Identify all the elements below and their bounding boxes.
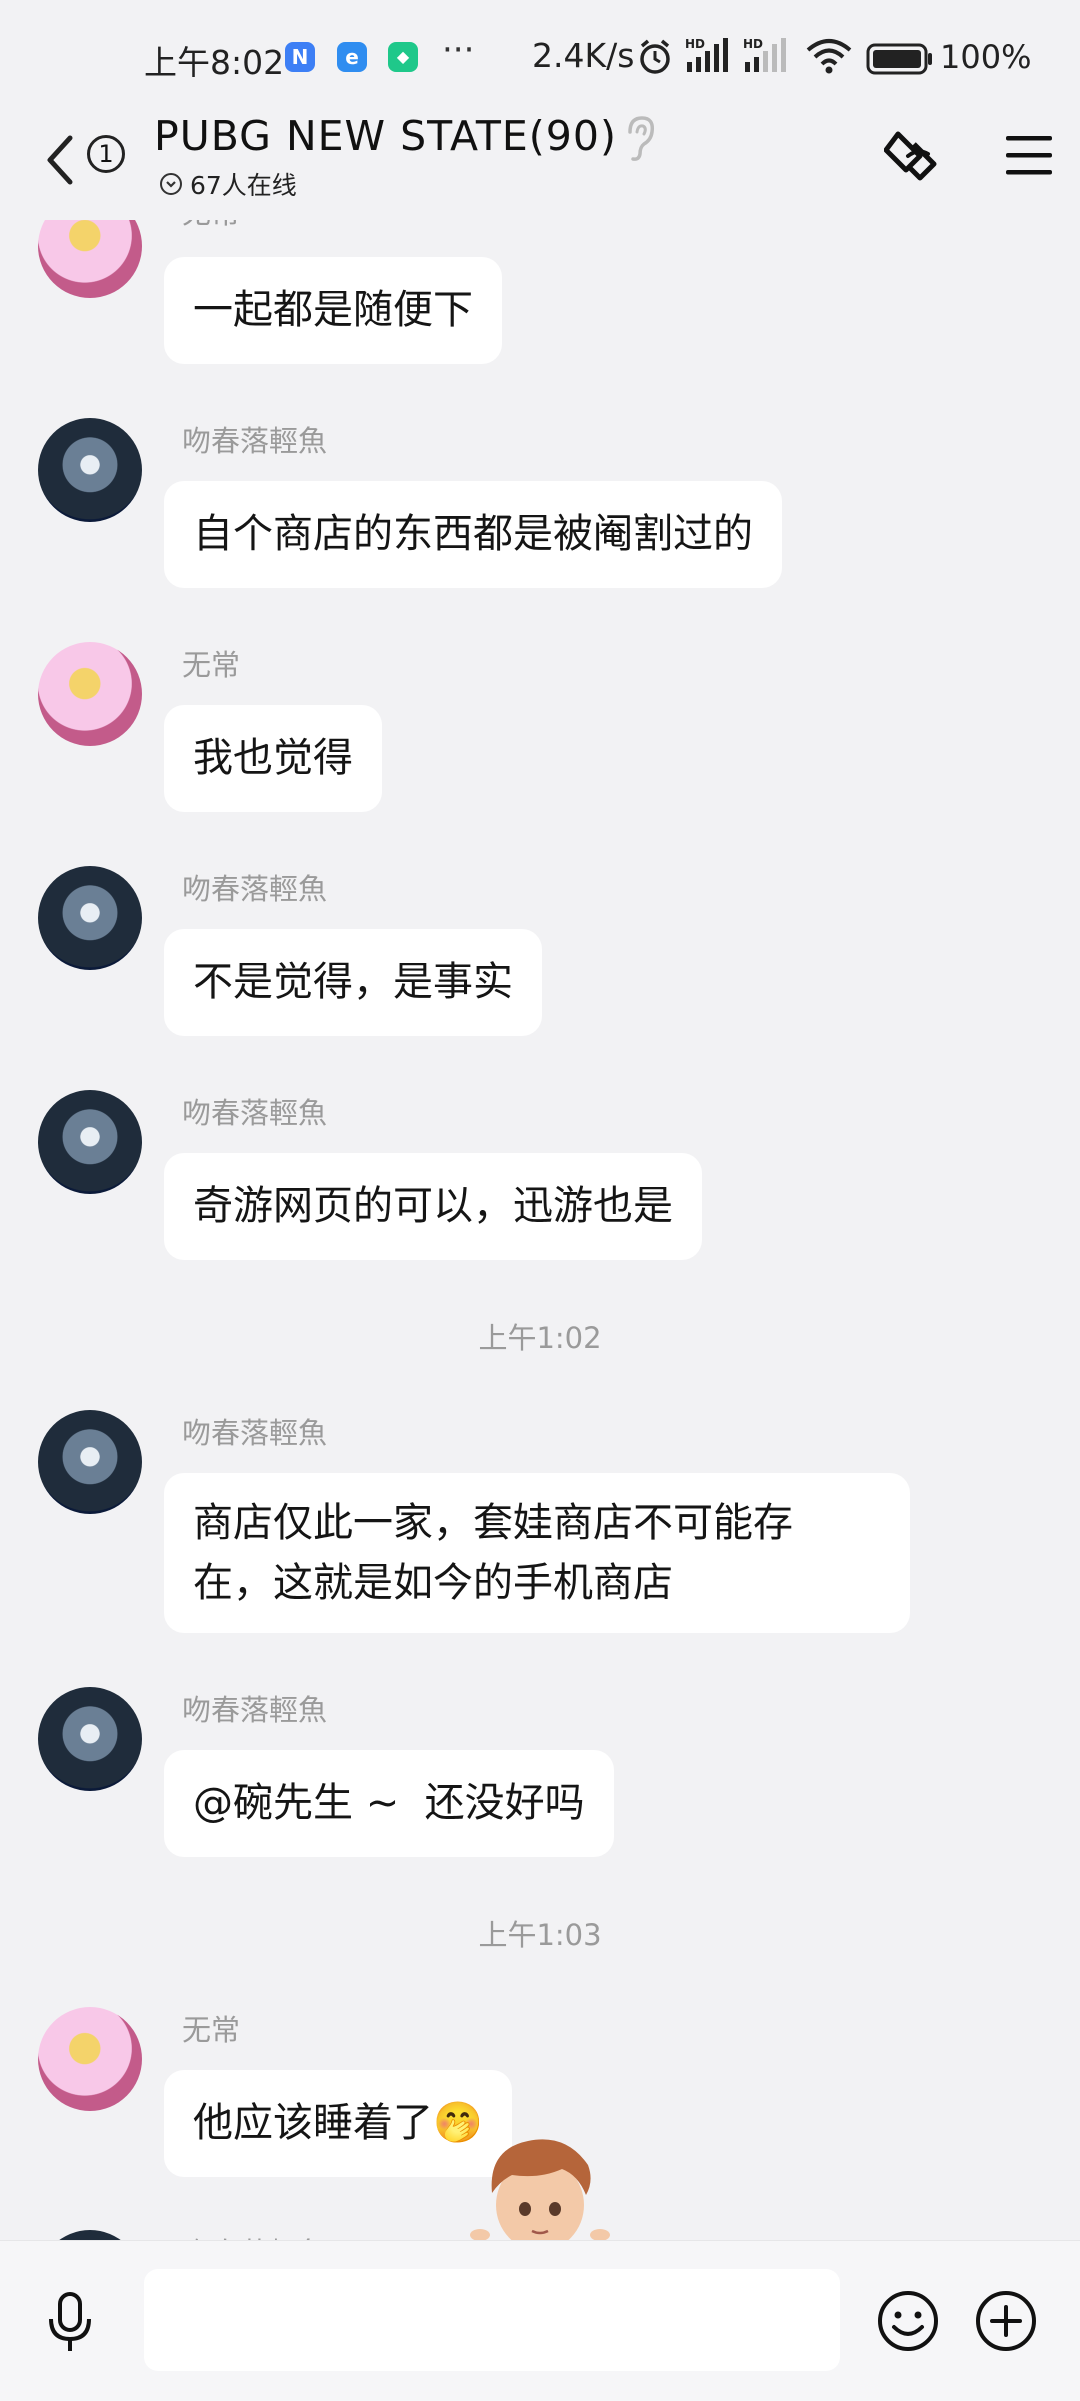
online-count: 67人在线 <box>190 171 297 200</box>
message-bubble[interactable]: 奇游网页的可以，迅游也是 <box>164 1153 702 1260</box>
message-line: 在，这就是如今的手机商店 <box>193 1560 673 1606</box>
add-icon[interactable] <box>974 2289 1038 2353</box>
menu-icon[interactable] <box>1004 130 1054 180</box>
message-bubble[interactable]: 他应该睡着了🤭 <box>164 2070 512 2177</box>
n-app-icon: N <box>285 42 315 72</box>
microphone-icon[interactable] <box>46 2291 94 2355</box>
wifi-icon <box>806 39 852 74</box>
game-link-icon[interactable] <box>884 126 948 186</box>
avatar[interactable] <box>38 866 142 970</box>
message-bubble[interactable]: 一起都是随便下 <box>164 257 502 364</box>
avatar[interactable] <box>38 1687 142 1791</box>
group-title[interactable]: PUBG NEW STATE(90) <box>154 112 617 160</box>
sender-name: 吻春落輕魚 <box>182 1096 328 1130</box>
peeking-character-sticker[interactable] <box>470 2135 610 2240</box>
sender-name: 吻春落輕魚 <box>182 872 328 906</box>
avatar[interactable] <box>38 1090 142 1194</box>
signal-hd-1-icon: HD <box>685 37 728 72</box>
network-speed: 2.4K/s <box>532 36 635 75</box>
sender-name: 吻春落輕魚 <box>182 424 328 458</box>
hd-2-label: HD <box>743 37 763 51</box>
status-time: 上午8:02 <box>144 43 285 82</box>
ear-icon[interactable] <box>622 114 658 164</box>
sender-name: 无常 <box>182 648 241 682</box>
avatar[interactable] <box>38 2230 142 2240</box>
avatar[interactable] <box>38 2007 142 2111</box>
message-bubble[interactable]: @碗先生 ~ 还没好吗 <box>164 1750 614 1857</box>
alarm-icon <box>640 39 670 74</box>
sender-name: 无常 <box>182 2013 241 2047</box>
shield-app-icon: ◆ <box>388 42 418 72</box>
back-icon[interactable] <box>38 130 78 190</box>
timestamp: 上午1:03 <box>478 1918 602 1952</box>
sender-name: 无常 <box>182 220 240 232</box>
signal-hd-2-icon: HD <box>743 37 786 72</box>
battery-icon <box>866 43 932 75</box>
message-bubble[interactable]: 不是觉得，是事实 <box>164 929 542 1036</box>
message-input[interactable] <box>144 2269 840 2371</box>
battery-percent: 100% <box>940 38 1032 76</box>
chat-list[interactable]: 无常 一起都是随便下 吻春落輕魚 自个商店的东西都是被阉割过的 无常 我也觉得 … <box>0 220 1080 2240</box>
edge-app-icon: e <box>337 42 367 72</box>
message-bubble[interactable]: 商店仅此一家，套娃商店不可能存 在，这就是如今的手机商店 <box>164 1473 910 1633</box>
online-status[interactable]: 67人在线 <box>160 166 297 202</box>
avatar[interactable] <box>38 418 142 522</box>
sender-name: 吻春落輕魚 <box>182 1693 328 1727</box>
message-bubble[interactable]: 我也觉得 <box>164 705 382 812</box>
more-notifications-icon: ··· <box>442 30 475 70</box>
avatar[interactable] <box>38 642 142 746</box>
sender-name: 吻春落輕魚 <box>182 2230 327 2240</box>
sender-name: 吻春落輕魚 <box>182 1416 328 1450</box>
message-bubble[interactable]: 自个商店的东西都是被阉割过的 <box>164 481 782 588</box>
chevron-down-icon <box>160 173 182 195</box>
timestamp: 上午1:02 <box>478 1321 602 1355</box>
emoji-icon[interactable] <box>876 2289 940 2353</box>
status-bar: 上午8:02 N e ◆ ··· 2.4K/s HD HD 100% <box>0 0 1080 110</box>
hd-1-label: HD <box>685 37 705 51</box>
message-line: 商店仅此一家，套娃商店不可能存 <box>193 1500 793 1546</box>
unread-count-badge[interactable]: 1 <box>87 135 125 173</box>
avatar[interactable] <box>38 1410 142 1514</box>
input-bar <box>0 2240 1080 2401</box>
avatar[interactable] <box>38 220 142 298</box>
